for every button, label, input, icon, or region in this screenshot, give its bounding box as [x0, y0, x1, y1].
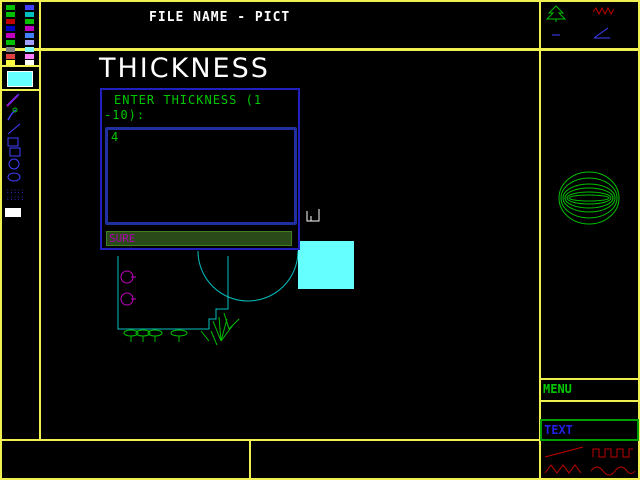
- palette-swatch[interactable]: [25, 47, 34, 52]
- sure-button[interactable]: SURE: [106, 231, 292, 246]
- line-style-icons[interactable]: [543, 443, 637, 477]
- palette-swatch[interactable]: [25, 5, 34, 10]
- palette-swatch[interactable]: [6, 19, 15, 24]
- zigzag-icon[interactable]: [592, 6, 616, 18]
- frame-top: [0, 0, 640, 2]
- tool-palette[interactable]: ::::: :::::: [2, 92, 38, 222]
- short-line-icon[interactable]: [550, 30, 564, 40]
- status-bar-left: [2, 441, 248, 477]
- angle-icon[interactable]: [592, 26, 612, 40]
- palette-swatch[interactable]: [25, 12, 34, 17]
- ellipse-icon[interactable]: [7, 172, 21, 182]
- palette-swatch[interactable]: [25, 33, 34, 38]
- right-panel-divider: [539, 0, 541, 480]
- thickness-input-value: 4: [111, 130, 119, 144]
- line-icon[interactable]: [7, 123, 21, 135]
- cyan-rectangle: [298, 241, 354, 289]
- dialog-prompt-line2: -10):: [104, 108, 146, 122]
- frame-left: [0, 0, 2, 480]
- palette-swatch[interactable]: [6, 60, 15, 65]
- dialog-prompt-line1: ENTER THICKNESS (1: [114, 93, 263, 107]
- right-menu-divider-mid: [540, 400, 640, 402]
- dialog-heading: THICKNESS: [99, 53, 270, 84]
- palette-swatch[interactable]: [25, 54, 34, 59]
- sure-button-label: SURE: [109, 232, 136, 245]
- preview-ellipse-icon: [558, 171, 620, 225]
- current-color-divider: [0, 89, 40, 91]
- palette-swatch[interactable]: [6, 5, 15, 10]
- status-bar-right: [251, 441, 538, 477]
- color-palette[interactable]: [3, 3, 39, 65]
- menu-button[interactable]: MENU: [543, 382, 572, 396]
- palette-swatch[interactable]: [6, 26, 15, 31]
- text-button[interactable]: TEXT: [540, 419, 639, 441]
- palette-divider: [0, 65, 40, 67]
- palette-swatch[interactable]: [25, 26, 34, 31]
- text-button-label: TEXT: [544, 423, 573, 437]
- right-menu-divider-top: [540, 378, 640, 380]
- palette-swatch[interactable]: [25, 19, 34, 24]
- svg-text::::::: :::::: [6, 195, 24, 202]
- palette-swatch[interactable]: [25, 40, 34, 45]
- thickness-dialog: ENTER THICKNESS (1 -10): 4 SURE: [100, 88, 300, 250]
- palette-swatch[interactable]: [6, 47, 15, 52]
- brush-icon[interactable]: [7, 107, 18, 121]
- circle-icon[interactable]: [8, 158, 20, 170]
- palette-swatch[interactable]: [6, 12, 15, 17]
- spray-icon[interactable]: :::::: [6, 188, 24, 195]
- svg-text::::::: :::::: [6, 188, 24, 195]
- fill-icon[interactable]: :::::: [6, 195, 24, 202]
- palette-swatch[interactable]: [6, 54, 15, 59]
- palette-swatch[interactable]: [25, 60, 34, 65]
- rectangle-icon[interactable]: [7, 137, 21, 157]
- pencil-icon[interactable]: [6, 93, 20, 107]
- eraser-icon[interactable]: [5, 208, 21, 217]
- file-name-label: FILE NAME - PICT: [149, 10, 291, 25]
- tree-icon[interactable]: [544, 4, 568, 22]
- current-color-swatch[interactable]: [7, 71, 33, 87]
- palette-swatch[interactable]: [6, 33, 15, 38]
- thickness-input[interactable]: 4: [105, 127, 297, 225]
- palette-swatch[interactable]: [6, 40, 15, 45]
